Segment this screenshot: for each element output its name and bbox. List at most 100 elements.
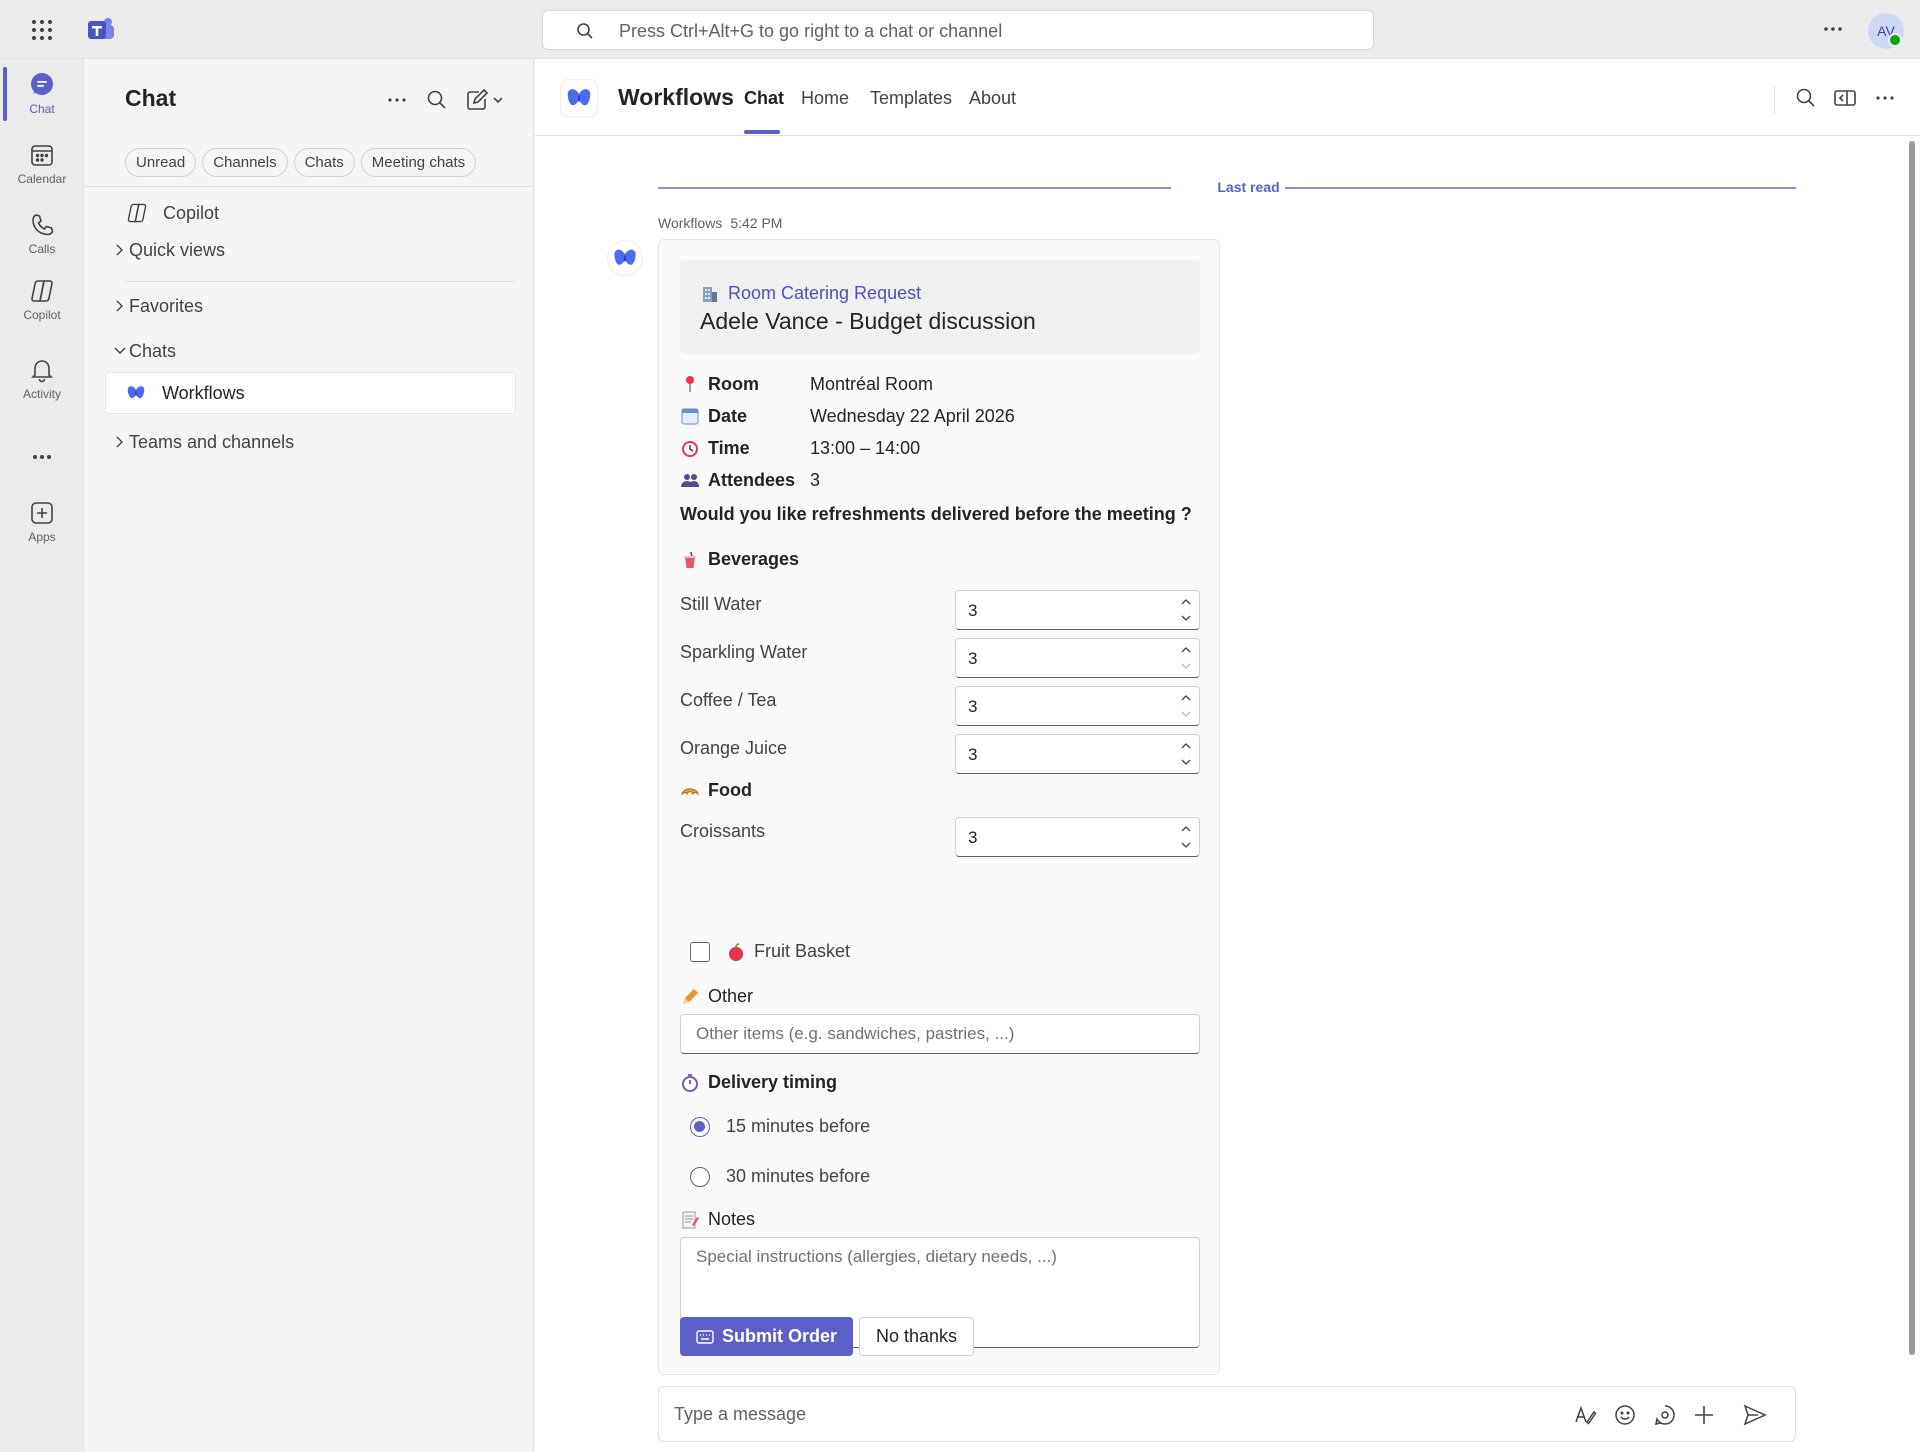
quantity-value: 3 — [968, 745, 978, 764]
submit-order-label: Submit Order — [722, 1326, 838, 1346]
rail-item-calls[interactable]: Calls — [0, 205, 84, 267]
item-label: Sparkling Water — [680, 642, 808, 662]
rail-label: Calendar — [17, 172, 67, 186]
app-launcher-icon[interactable] — [28, 18, 56, 42]
notes-heading: Notes — [680, 1209, 755, 1230]
card-title: Adele Vance - Budget discussion — [700, 308, 1036, 334]
quantity-stepper[interactable]: 3 — [955, 734, 1200, 774]
tab-templates[interactable]: Templates — [870, 88, 952, 109]
fact-date: Date Wednesday 22 April 2026 — [680, 401, 1200, 431]
presence-available-icon — [1888, 33, 1902, 47]
quantity-stepper[interactable]: 3 — [955, 638, 1200, 678]
filter-channels[interactable]: Channels — [202, 148, 288, 177]
beverage-still-water: Still Water 3 — [680, 590, 1200, 630]
quantity-stepper[interactable]: 3 — [955, 817, 1200, 857]
loop-icon[interactable] — [1652, 1402, 1678, 1428]
list-item-copilot[interactable]: Copilot — [125, 195, 535, 231]
send-icon[interactable] — [1742, 1402, 1768, 1428]
section-label-text: Delivery timing — [708, 1072, 838, 1092]
chevron-down-icon — [111, 342, 129, 360]
tab-chat[interactable]: Chat — [744, 88, 784, 109]
more-options-icon[interactable] — [384, 87, 410, 113]
rail-more-apps[interactable] — [0, 437, 84, 467]
rail-label: Apps — [28, 530, 56, 544]
card-subtitle-text: Room Catering Request — [728, 283, 922, 303]
keyboard-icon — [696, 1329, 714, 1344]
stepper-arrows-icon[interactable] — [1179, 822, 1193, 852]
section-teams-and-channels[interactable]: Teams and channels — [111, 424, 521, 460]
fact-value: 13:00 – 14:00 — [810, 437, 921, 458]
last-read-divider — [658, 187, 1171, 189]
sender-avatar[interactable] — [607, 240, 643, 276]
fact-key: Attendees — [680, 470, 810, 491]
section-quick-views[interactable]: Quick views — [111, 232, 521, 268]
section-favorites[interactable]: Favorites — [111, 288, 521, 324]
section-label-text: Food — [708, 780, 752, 800]
more-options-icon[interactable] — [1818, 14, 1848, 44]
tab-home[interactable]: Home — [801, 88, 849, 109]
rail-item-copilot[interactable]: Copilot — [0, 271, 84, 333]
divider — [1774, 86, 1775, 114]
memo-icon — [680, 1210, 700, 1230]
croissant-icon — [680, 781, 700, 801]
no-thanks-button[interactable]: No thanks — [859, 1317, 975, 1356]
timing-option-30[interactable]: 30 minutes before — [690, 1166, 870, 1187]
add-icon[interactable] — [1691, 1402, 1717, 1428]
item-label: Coffee / Tea — [680, 690, 777, 710]
quantity-stepper[interactable]: 3 — [955, 590, 1200, 630]
section-chats[interactable]: Chats — [111, 333, 521, 369]
search-input[interactable]: Press Ctrl+Alt+G to go right to a chat o… — [542, 10, 1374, 50]
fruit-basket-label: Fruit Basket — [754, 941, 851, 961]
people-icon — [680, 470, 700, 490]
emoji-icon[interactable] — [1612, 1402, 1638, 1428]
rail-item-chat[interactable]: Chat — [0, 65, 84, 127]
stepper-arrows-icon[interactable] — [1179, 691, 1193, 721]
rail-item-activity[interactable]: Activity — [0, 350, 84, 412]
stepper-arrows-icon[interactable] — [1179, 643, 1193, 673]
more-icon — [28, 443, 56, 471]
quantity-stepper[interactable]: 3 — [955, 686, 1200, 726]
quantity-value: 3 — [968, 601, 978, 620]
chevron-right-icon — [111, 433, 129, 451]
active-tab-indicator — [744, 130, 780, 134]
stepper-arrows-icon[interactable] — [1179, 739, 1193, 769]
rail-label: Chat — [29, 102, 55, 116]
filter-chats[interactable]: Chats — [293, 148, 355, 177]
alarm-clock-icon — [680, 438, 700, 458]
filter-meeting-chats[interactable]: Meeting chats — [360, 148, 477, 177]
list-item-label: Copilot — [163, 202, 220, 223]
radio-selected[interactable] — [690, 1116, 710, 1137]
search-icon[interactable] — [424, 87, 450, 113]
timing-option-15[interactable]: 15 minutes before — [690, 1116, 870, 1137]
rail-item-calendar[interactable]: Calendar — [0, 135, 84, 197]
new-chat-icon[interactable] — [464, 87, 504, 113]
section-label: Chats — [129, 340, 177, 361]
stepper-arrows-icon[interactable] — [1179, 595, 1193, 625]
fruit-basket-option[interactable]: Fruit Basket — [690, 941, 850, 962]
list-item-workflows[interactable]: Workflows — [105, 372, 516, 414]
scrollbar[interactable] — [1909, 141, 1915, 1355]
bell-icon — [28, 356, 56, 384]
item-label: Orange Juice — [680, 738, 788, 758]
rail-label: Calls — [28, 242, 56, 256]
stopwatch-icon — [680, 1073, 700, 1093]
other-items-input[interactable]: Other items (e.g. sandwiches, pastries, … — [680, 1014, 1200, 1054]
open-side-panel-icon[interactable] — [1832, 85, 1858, 111]
search-icon[interactable] — [1793, 85, 1819, 111]
delivery-timing-heading: Delivery timing — [680, 1072, 837, 1093]
message-composer[interactable]: Type a message — [658, 1386, 1796, 1442]
fruit-basket-checkbox[interactable] — [690, 941, 710, 962]
add-app-icon — [28, 499, 56, 527]
composer-placeholder: Type a message — [674, 1404, 807, 1424]
filter-unread[interactable]: Unread — [125, 148, 197, 177]
format-icon[interactable] — [1572, 1402, 1598, 1428]
rail-item-apps[interactable]: Apps — [0, 493, 84, 555]
search-placeholder: Press Ctrl+Alt+G to go right to a chat o… — [619, 21, 1003, 41]
item-label: Croissants — [680, 821, 766, 841]
submit-order-button[interactable]: Submit Order — [680, 1317, 854, 1356]
tab-about[interactable]: About — [969, 88, 1016, 109]
fact-attendees: Attendees 3 — [680, 465, 1200, 495]
radio-unselected[interactable] — [690, 1166, 710, 1187]
more-options-icon[interactable] — [1872, 85, 1898, 111]
notes-placeholder: Special instructions (allergies, dietary… — [696, 1247, 1057, 1266]
